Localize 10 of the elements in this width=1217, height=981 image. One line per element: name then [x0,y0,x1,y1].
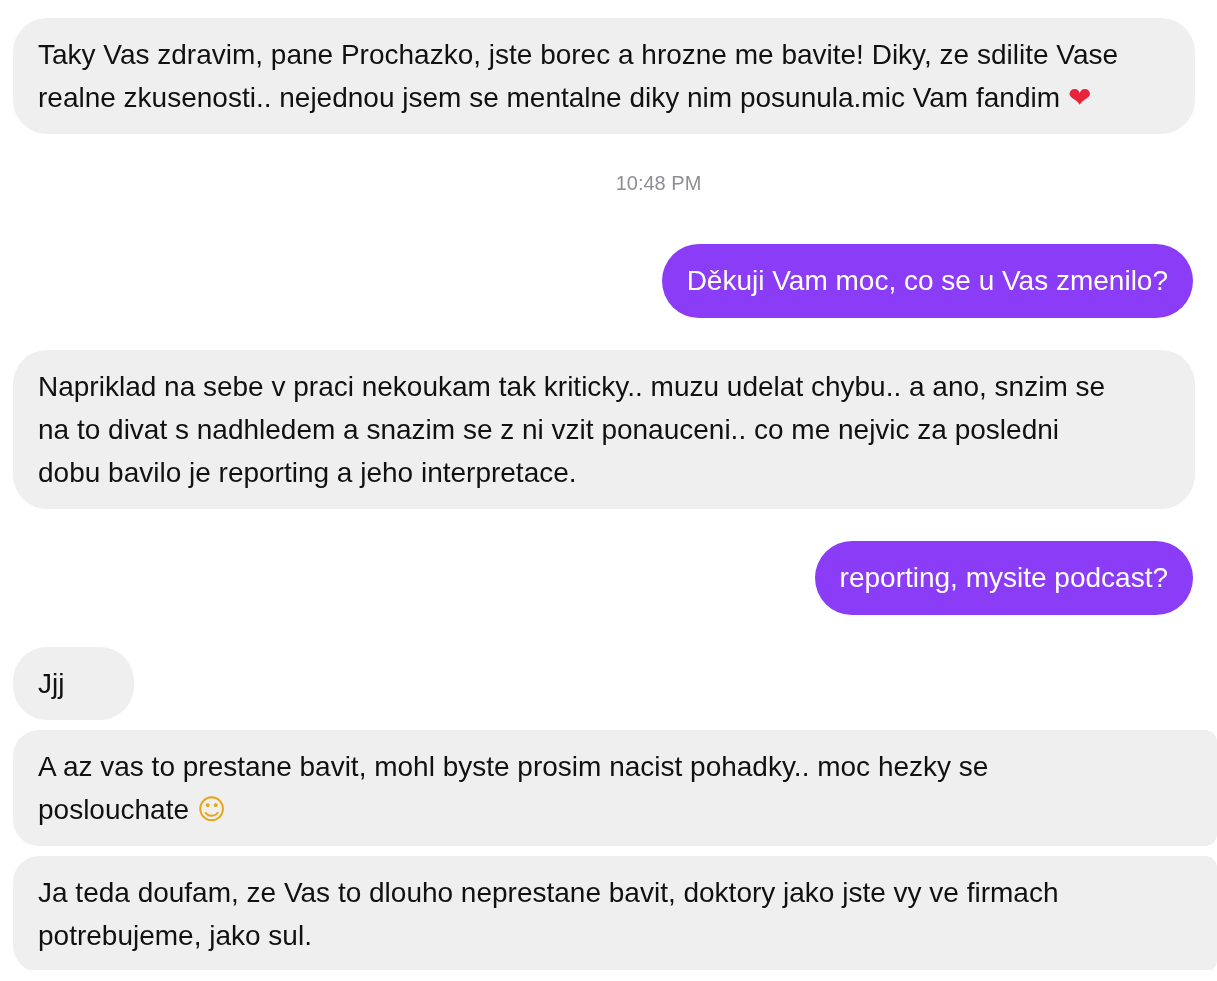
received-message: A az vas to prestane bavit, mohl byste prosim nacist pohadky.. moc hezky se poslouchate ☺ [13,730,1217,846]
emoji: ☺ [197,793,227,826]
received-message: Ja teda doufam, ze Vas to dlouho neprestane bavit, doktory jako jste vy ve firmach potrebujeme, jako sul. [13,856,1217,970]
received-message: Napriklad na sebe v praci nekoukam tak kriticky.. muzu udelat chybu.. a ano, snzim se na to divat s nadhledem a snazim se z ni vzit ponauceni.. co me nejvic za posledni dobu bavilo je reporting a jeho interpretace. [13,350,1195,509]
sent-message: reporting, mysite podcast? [814,541,1193,615]
received-message: Taky Vas zdravim, pane Prochazko, jste borec a hrozne me bavite! Diky, ze sdilite Vase realne zkusenosti.. nejednou jsem se mentalne diky nim posunula.mic Vam fandim ❤ [13,18,1195,134]
emoji: ❤ [1068,81,1092,114]
sent-message: Děkuji Vam moc, co se u Vas zmenilo? [661,244,1193,318]
received-message: Jjj [13,647,135,720]
timestamp: 10:48 PM [615,171,702,196]
